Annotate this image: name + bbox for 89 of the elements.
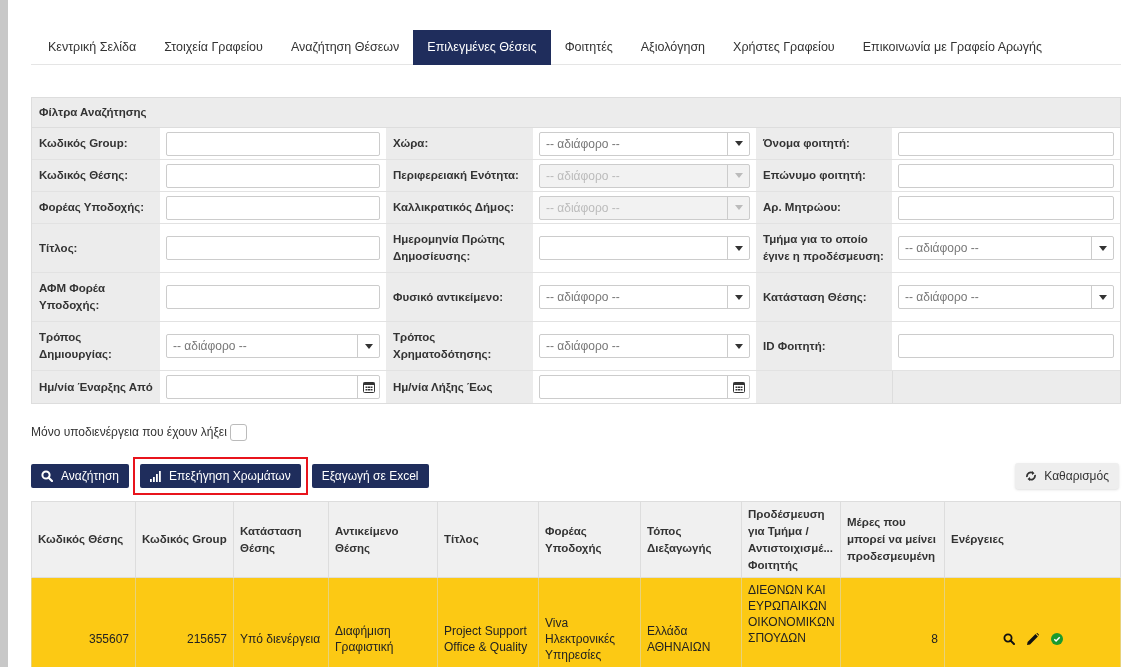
field-label: Κωδικός Θέσης: xyxy=(39,168,128,183)
dropdown-field[interactable]: -- αδιάφορο -- xyxy=(898,236,1114,260)
caret-icon xyxy=(1098,294,1107,300)
date-field[interactable] xyxy=(539,375,750,399)
field-label: Φυσικό αντικείμενο: xyxy=(393,289,504,305)
table-cell: Υπό διενέργεια xyxy=(240,631,321,646)
caret-icon xyxy=(364,343,373,349)
nav-tab[interactable]: Στοιχεία Γραφείου xyxy=(150,30,277,65)
field-label: Κατάσταση Θέσης: xyxy=(763,289,867,305)
column-header: Κατάσταση Θέσης xyxy=(233,501,329,578)
table-cell: 355607 xyxy=(88,631,129,646)
table-cell: Viva Ηλεκτρονικές Υπηρεσίες xyxy=(545,615,616,662)
column-header: Τόπος Διεξαγωγής xyxy=(640,501,742,578)
table-cell: Project Support Office & Quality xyxy=(444,623,528,654)
reset-button[interactable]: Καθαρισμός xyxy=(1015,463,1119,489)
field-label: Τμήμα για το οποίο έγινε η προδέσμευση: xyxy=(763,232,885,264)
checkbox[interactable] xyxy=(229,423,247,441)
check-circle-icon[interactable] xyxy=(1050,632,1063,645)
action-button[interactable]: Αναζήτηση xyxy=(31,464,129,488)
field-label: Ημ/νία Λήξης Έως xyxy=(393,379,493,395)
table-cell: ΔΙΕΘΝΩΝ ΚΑΙ ΕΥΡΩΠΑΙΚΩΝ ΟΙΚΟΝΟΜΙΚΩΝ ΣΠΟΥΔΩΝ xyxy=(748,583,835,645)
text-field[interactable] xyxy=(166,195,380,220)
nav-tab[interactable]: Επικοινωνία με Γραφείο Αρωγής xyxy=(848,30,1057,65)
field-label: Όνομα φοιτητή: xyxy=(763,136,850,151)
column-header: Κωδικός Group xyxy=(135,501,234,578)
table-cell: Ελλάδα ΑΘΗΝΑΙΩΝ xyxy=(647,623,711,654)
text-field[interactable] xyxy=(898,195,1114,220)
dropdown-field[interactable]: -- αδιάφορο -- xyxy=(539,131,750,156)
table-cell: 8 xyxy=(931,631,938,646)
field-label: Καλλικρατικός Δήμος: xyxy=(393,200,514,215)
field-label: Κωδικός Group: xyxy=(39,136,128,151)
search-icon xyxy=(41,470,53,482)
nav-tab[interactable]: Χρήστες Γραφείου xyxy=(719,30,849,65)
caret-icon xyxy=(734,294,743,300)
field-label: Επώνυμο φοιτητή: xyxy=(763,168,866,183)
field-label: Φορέας Υποδοχής: xyxy=(39,200,145,215)
column-header: Μέρες που μπορεί να μείνει προδεσμευμένη xyxy=(840,501,945,578)
field-label: Χώρα: xyxy=(393,136,429,151)
field-label: Ημερομηνία Πρώτης Δημοσίευσης: xyxy=(393,232,506,264)
caret-icon xyxy=(734,343,743,349)
column-header: Φορέας Υποδοχής xyxy=(538,501,641,578)
nav-tab[interactable]: Φοιτητές xyxy=(550,30,627,65)
text-field[interactable] xyxy=(166,163,380,188)
search-icon[interactable] xyxy=(1002,632,1015,645)
caret-icon xyxy=(734,173,743,178)
column-header: Ενέργειες xyxy=(944,501,1121,578)
action-button[interactable]: Εξαγωγή σε Excel xyxy=(311,464,429,488)
field-label: Ημ/νία Έναρξης Από xyxy=(39,379,153,395)
text-field[interactable] xyxy=(898,131,1114,156)
text-field[interactable] xyxy=(166,131,380,156)
dropdown-field[interactable]: -- αδιάφορο -- xyxy=(898,285,1114,309)
field-label: Τρόπος Χρηματοδότησης: xyxy=(393,330,493,362)
field-label: Τρόπος Δημιουργίας: xyxy=(39,330,113,362)
refresh-icon xyxy=(1025,471,1038,481)
text-field[interactable] xyxy=(898,334,1114,358)
column-header: Τίτλος xyxy=(437,501,539,578)
text-field[interactable] xyxy=(166,236,380,260)
checkbox-label: Μόνο υποδιενέργεια που έχουν λήξει xyxy=(31,424,227,441)
caret-icon xyxy=(734,205,743,210)
table-row[interactable]: 355607 215657 Υπό διενέργεια Διαφήμιση Γραφιστική Project Support Office & Quality Viva Ηλεκτρονικές Υπηρεσίες Ελλάδα ΑΘΗΝΑΙΩΝ ΔΙΕΘΝΩΝ ΚΑΙ ΕΥΡΩΠΑΙΚΩΝ ΟΙΚΟΝΟΜΙΚΩΝ ΣΠΟΥΔΩΝ 8 xyxy=(31,577,1121,667)
table-cell: 215657 xyxy=(186,631,227,646)
text-field[interactable] xyxy=(898,163,1114,188)
dropdown-field[interactable]: -- αδιάφορο -- xyxy=(539,285,750,309)
table-cell: Διαφήμιση Γραφιστική xyxy=(335,623,394,654)
caret-icon xyxy=(734,141,743,146)
column-header: Κωδικός Θέσης xyxy=(31,501,136,578)
column-header: Αντικείμενο Θέσης xyxy=(328,501,438,578)
field-label: Περιφερειακή Ενότητα: xyxy=(393,168,519,183)
bar-chart-icon xyxy=(149,470,161,482)
caret-icon xyxy=(734,245,743,251)
date-field[interactable] xyxy=(166,375,380,399)
dropdown-field[interactable] xyxy=(539,236,750,260)
field-label: ΑΦΜ Φορέα Υποδοχής: xyxy=(39,281,107,313)
calendar-icon xyxy=(732,381,745,393)
caret-icon xyxy=(1098,245,1107,251)
field-label: Τίτλος: xyxy=(39,240,78,256)
nav-tab[interactable]: Κεντρική Σελίδα xyxy=(34,30,151,65)
column-header: Προδέσμευση για Τμήμα / Αντιστοιχισμέ... Φοιτητής xyxy=(741,501,841,578)
nav-tab[interactable]: Επιλεγμένες Θέσεις xyxy=(413,30,551,65)
dropdown-field[interactable]: -- αδιάφορο -- xyxy=(166,334,380,358)
text-field[interactable] xyxy=(166,285,380,309)
field-label: Αρ. Μητρώου: xyxy=(763,200,841,215)
nav-tab[interactable]: Αναζήτηση Θέσεων xyxy=(276,30,414,65)
pencil-icon[interactable] xyxy=(1026,632,1039,645)
field-label: ID Φοιτητή: xyxy=(763,338,826,354)
action-button[interactable]: Επεξήγηση Χρωμάτων xyxy=(139,464,301,488)
calendar-icon xyxy=(362,381,375,393)
nav-tab[interactable]: Αξιολόγηση xyxy=(626,30,720,65)
dropdown-field[interactable]: -- αδιάφορο -- xyxy=(539,334,750,358)
